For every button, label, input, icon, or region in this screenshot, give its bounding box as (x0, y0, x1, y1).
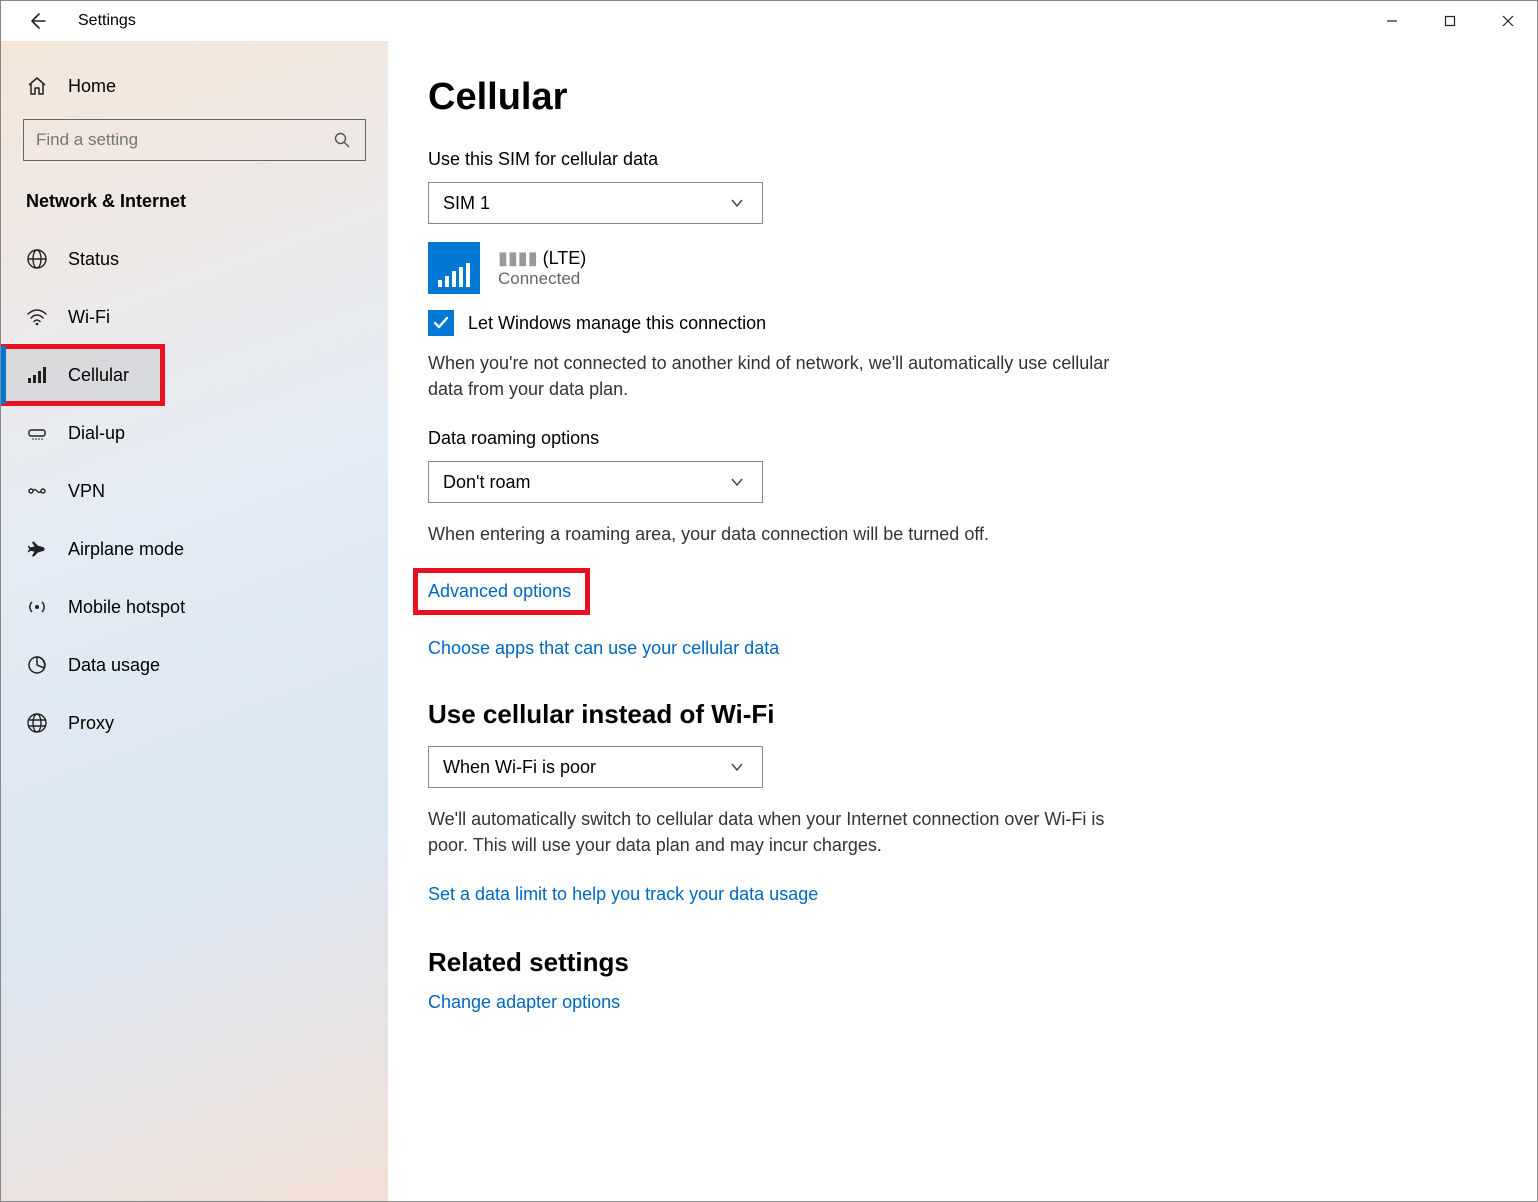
data-limit-link[interactable]: Set a data limit to help you track your … (428, 884, 818, 905)
cellular-icon (26, 364, 48, 386)
network-status: Connected (498, 269, 586, 289)
sim-label: Use this SIM for cellular data (428, 149, 1497, 170)
home-label: Home (68, 76, 116, 97)
roaming-select-value: Don't roam (443, 472, 530, 493)
sidebar-item-label: Mobile hotspot (68, 597, 185, 618)
close-button[interactable] (1479, 1, 1537, 41)
related-settings-heading: Related settings (428, 947, 1497, 978)
sidebar-item-label: Proxy (68, 713, 114, 734)
chevron-down-icon (726, 471, 748, 493)
sim-select[interactable]: SIM 1 (428, 182, 763, 224)
sidebar-item-label: Cellular (68, 365, 129, 386)
proxy-icon (26, 712, 48, 734)
use-cellular-select[interactable]: When Wi-Fi is poor (428, 746, 763, 788)
vpn-icon (26, 480, 48, 502)
manage-checkbox-row[interactable]: Let Windows manage this connection (428, 310, 1497, 336)
signal-tile-icon (428, 242, 480, 294)
dialup-icon (26, 422, 48, 444)
sidebar-item-label: Data usage (68, 655, 160, 676)
sidebar-item-wifi[interactable]: Wi-Fi (1, 288, 388, 346)
titlebar: Settings (1, 1, 1537, 41)
datausage-icon (26, 654, 48, 676)
sidebar-item-label: Airplane mode (68, 539, 184, 560)
sidebar: Home Network & Internet Status Wi (1, 41, 388, 1201)
use-cellular-select-value: When Wi-Fi is poor (443, 757, 596, 778)
sidebar-item-status[interactable]: Status (1, 230, 388, 288)
use-cellular-heading: Use cellular instead of Wi-Fi (428, 699, 1497, 730)
network-name: ▮▮▮▮ (LTE) (498, 248, 586, 269)
globe-icon (26, 248, 48, 270)
back-icon[interactable] (26, 10, 48, 32)
advanced-options-link[interactable]: Advanced options (418, 573, 585, 610)
sidebar-item-proxy[interactable]: Proxy (1, 694, 388, 752)
sidebar-item-label: Dial-up (68, 423, 125, 444)
maximize-button[interactable] (1421, 1, 1479, 41)
chevron-down-icon (726, 192, 748, 214)
manage-description: When you're not connected to another kin… (428, 350, 1128, 402)
roaming-label: Data roaming options (428, 428, 1497, 449)
airplane-icon (26, 538, 48, 560)
sidebar-item-label: Wi-Fi (68, 307, 110, 328)
sidebar-item-cellular[interactable]: Cellular (1, 346, 163, 404)
wifi-icon (26, 306, 48, 328)
adapter-options-link[interactable]: Change adapter options (428, 992, 620, 1013)
sidebar-item-hotspot[interactable]: Mobile hotspot (1, 578, 388, 636)
search-icon (331, 129, 353, 151)
search-field[interactable] (36, 130, 331, 150)
main-content: Cellular Use this SIM for cellular data … (388, 41, 1537, 1201)
home-icon (26, 75, 48, 97)
roaming-select[interactable]: Don't roam (428, 461, 763, 503)
manage-checkbox-label: Let Windows manage this connection (468, 313, 766, 334)
sim-select-value: SIM 1 (443, 193, 490, 214)
home-nav[interactable]: Home (1, 61, 388, 111)
sidebar-item-airplane[interactable]: Airplane mode (1, 520, 388, 578)
hotspot-icon (26, 596, 48, 618)
page-title: Cellular (428, 76, 1497, 119)
network-status-row: ▮▮▮▮ (LTE) Connected (428, 242, 1497, 294)
sidebar-item-label: Status (68, 249, 119, 270)
use-cellular-description: We'll automatically switch to cellular d… (428, 806, 1128, 858)
sidebar-item-dialup[interactable]: Dial-up (1, 404, 388, 462)
sidebar-item-label: VPN (68, 481, 105, 502)
checkbox-checked-icon (428, 310, 454, 336)
sidebar-item-datausage[interactable]: Data usage (1, 636, 388, 694)
window-title: Settings (78, 12, 136, 30)
choose-apps-link[interactable]: Choose apps that can use your cellular d… (428, 638, 779, 659)
minimize-button[interactable] (1363, 1, 1421, 41)
category-header: Network & Internet (1, 181, 388, 230)
roaming-description: When entering a roaming area, your data … (428, 521, 1128, 547)
sidebar-item-vpn[interactable]: VPN (1, 462, 388, 520)
chevron-down-icon (726, 756, 748, 778)
search-input[interactable] (23, 119, 366, 161)
